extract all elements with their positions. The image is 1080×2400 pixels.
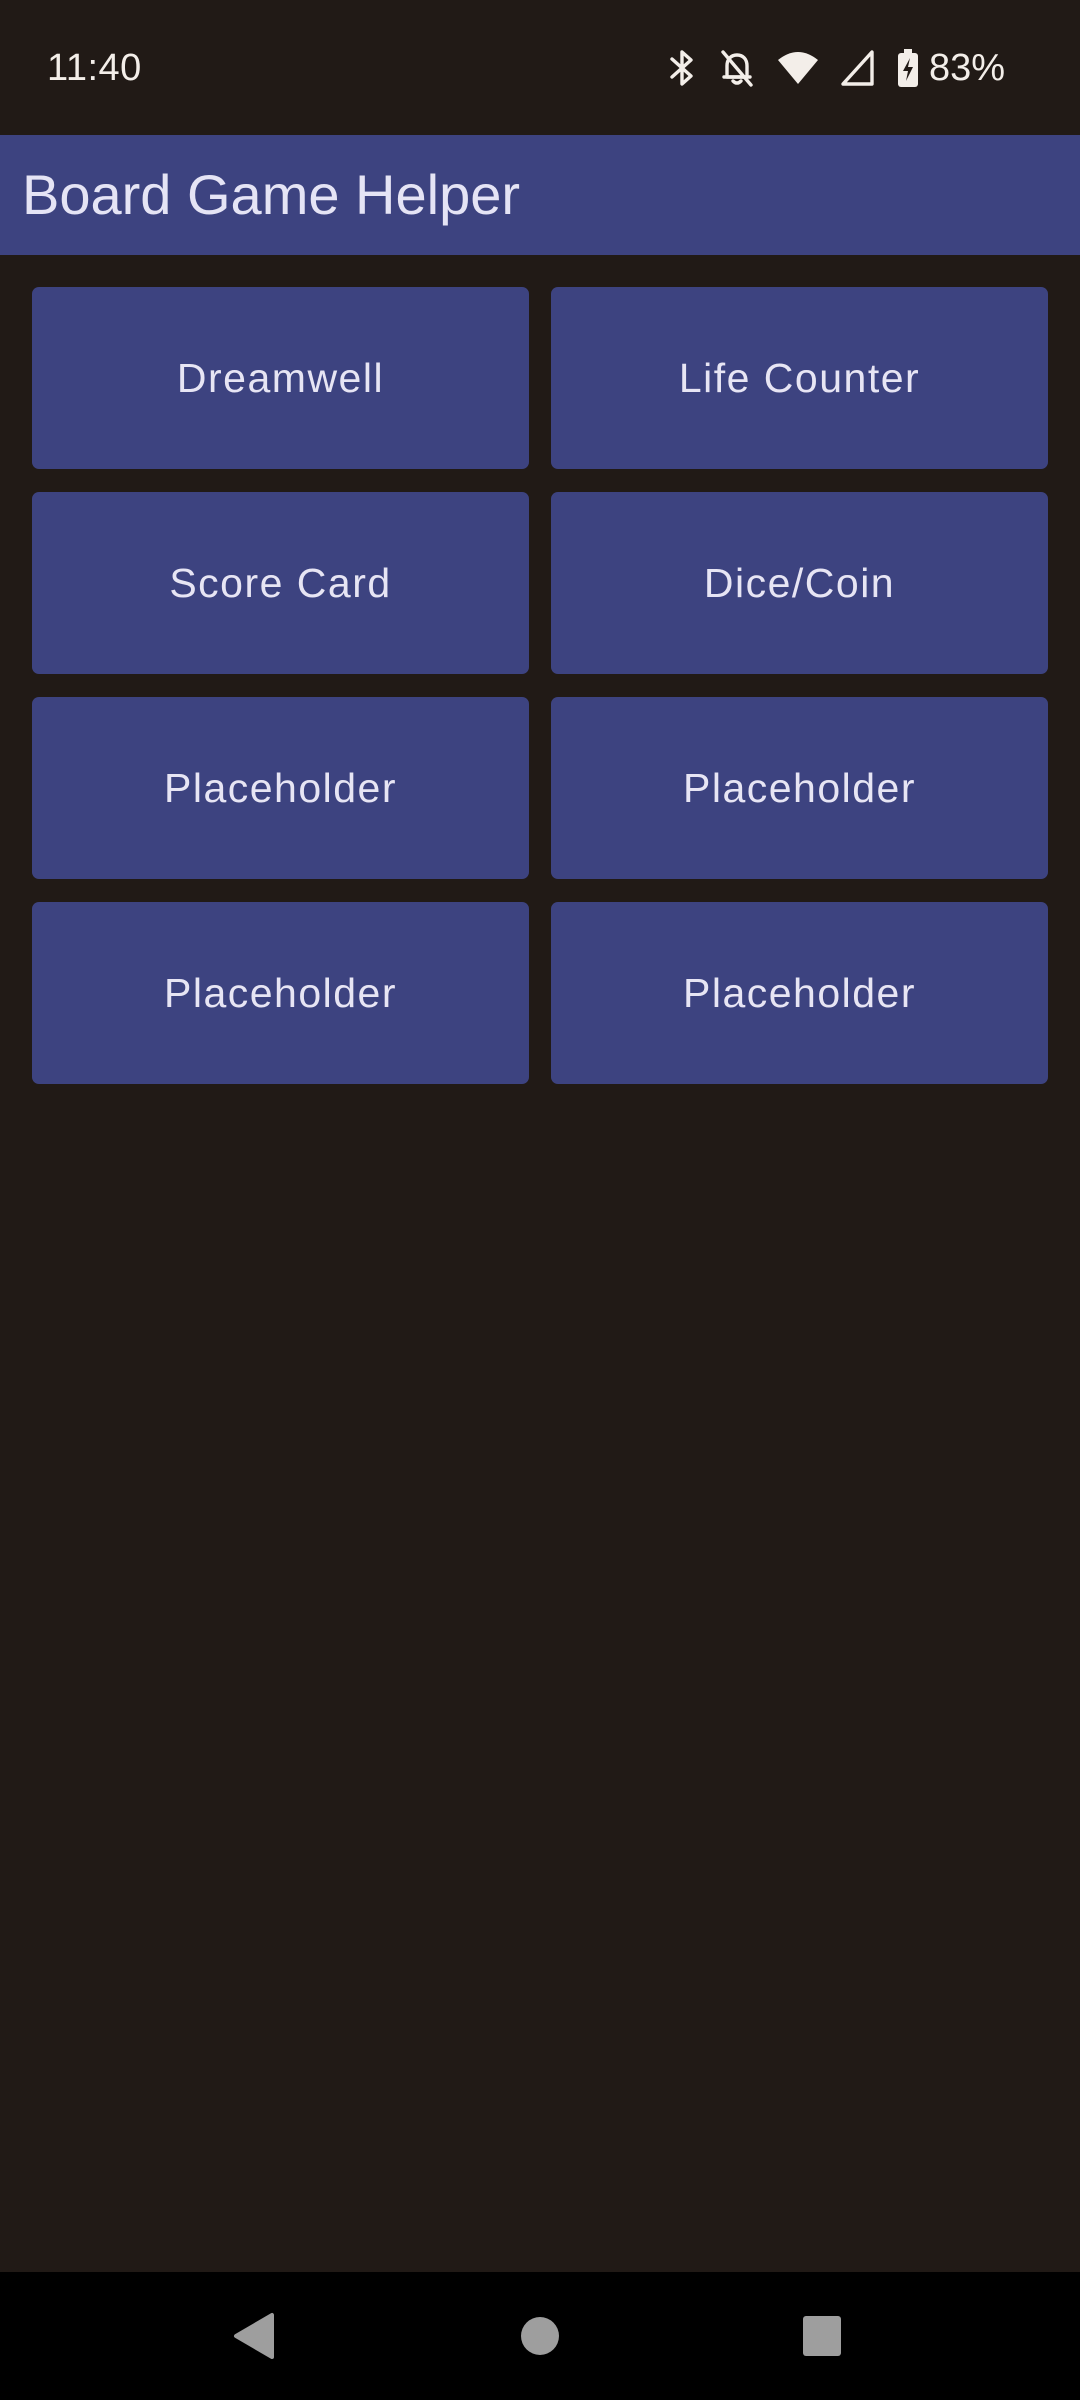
placeholder-button-1[interactable]: Placeholder <box>32 697 529 879</box>
app-title: Board Game Helper <box>22 163 521 226</box>
score-card-button[interactable]: Score Card <box>32 492 529 674</box>
battery-percent: 83% <box>928 47 1005 89</box>
back-icon[interactable] <box>226 2272 278 2400</box>
dreamwell-button[interactable]: Dreamwell <box>32 287 529 469</box>
notifications-off-icon <box>719 48 755 88</box>
cell-signal-icon <box>841 48 875 88</box>
placeholder-button-4[interactable]: Placeholder <box>551 902 1048 1084</box>
placeholder-button-3[interactable]: Placeholder <box>32 902 529 1084</box>
status-icons: 83% <box>667 43 1005 93</box>
app-bar: Board Game Helper <box>0 135 1080 255</box>
wifi-icon <box>777 48 819 88</box>
home-icon[interactable] <box>518 2272 562 2400</box>
menu-grid: Dreamwell Life Counter Score Card Dice/C… <box>32 287 1048 1084</box>
status-time: 11:40 <box>47 47 142 89</box>
bluetooth-icon <box>667 48 697 88</box>
recents-icon[interactable] <box>801 2272 843 2400</box>
life-counter-button[interactable]: Life Counter <box>551 287 1048 469</box>
dice-coin-button[interactable]: Dice/Coin <box>551 492 1048 674</box>
navigation-bar <box>0 2272 1080 2400</box>
status-bar: 11:40 83% <box>0 0 1080 135</box>
placeholder-button-2[interactable]: Placeholder <box>551 697 1048 879</box>
battery-charging-icon <box>897 48 919 88</box>
